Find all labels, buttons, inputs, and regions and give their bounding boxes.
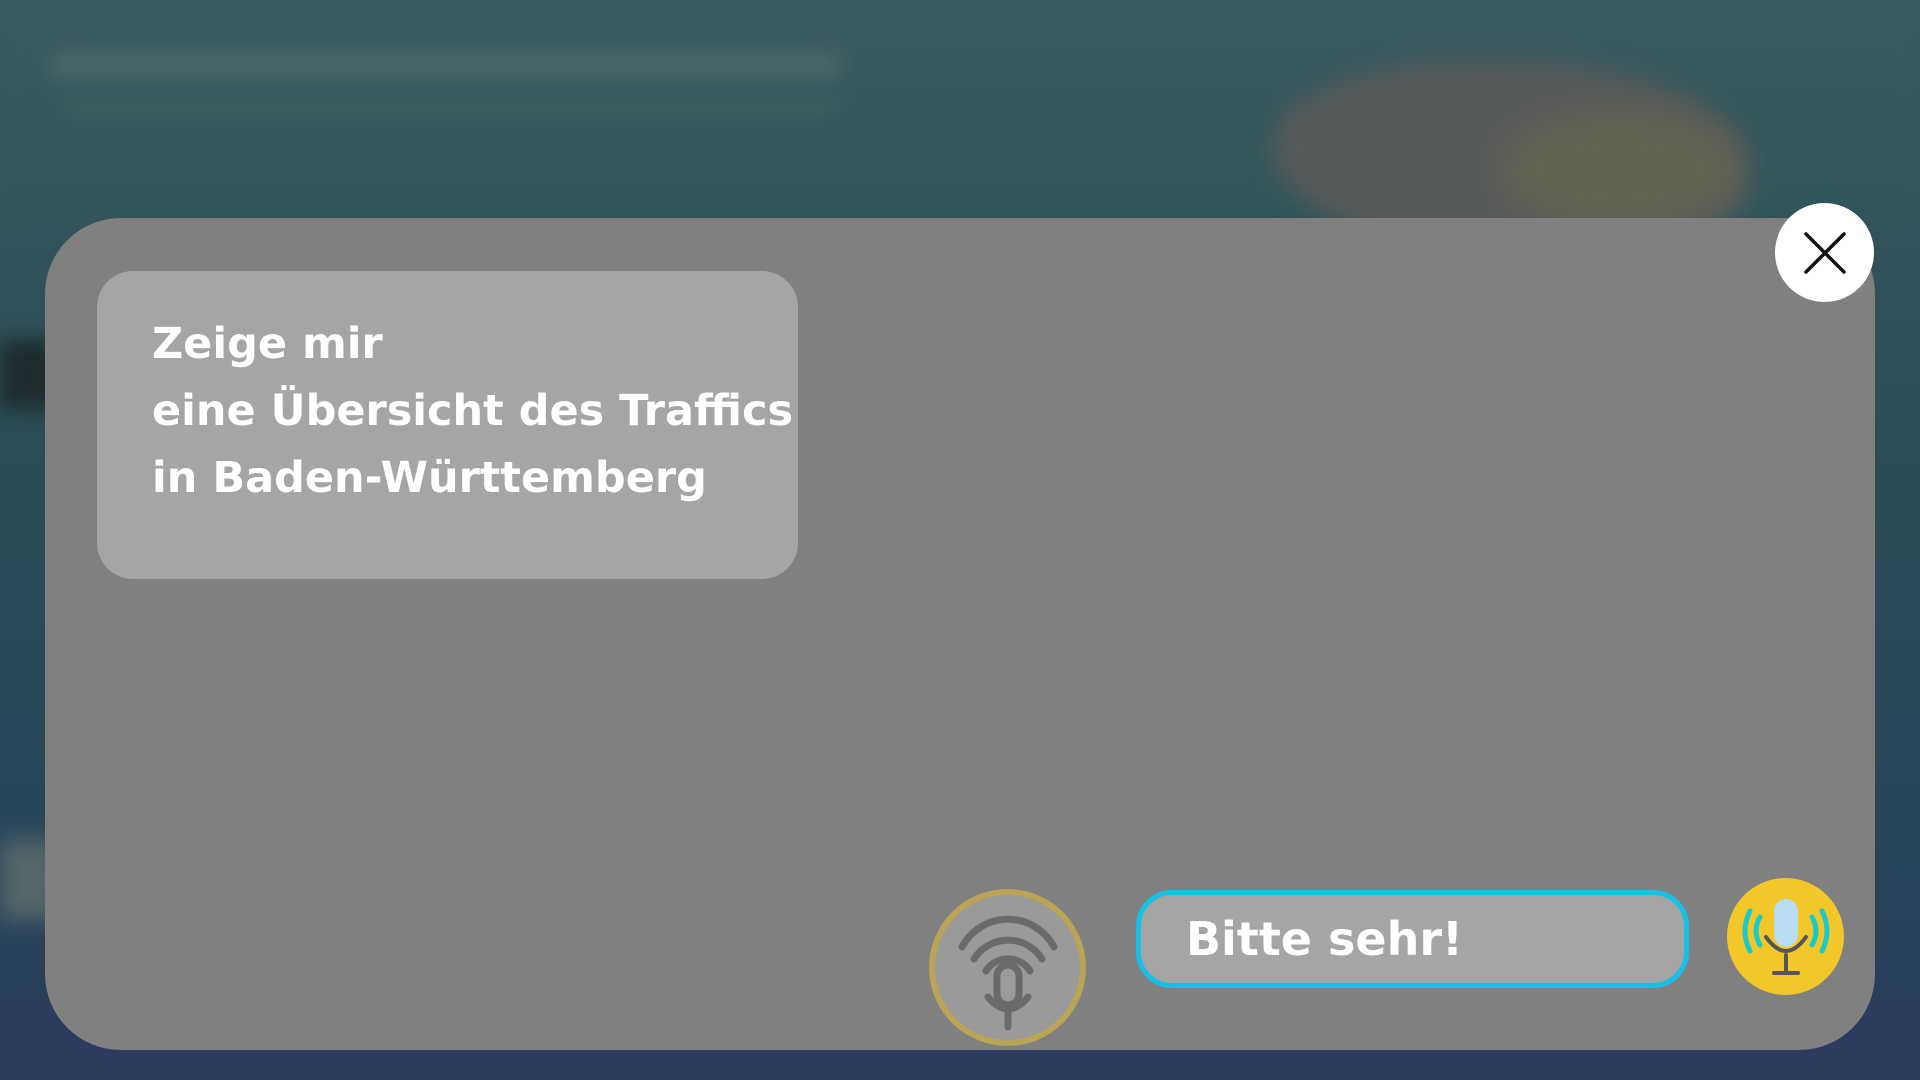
background-title-blur	[50, 52, 840, 78]
assistant-reply-box: Bitte sehr!	[1136, 890, 1689, 988]
user-message-line: eine Übersicht des Traffics	[152, 386, 794, 436]
microphone-waves-icon	[1742, 898, 1829, 975]
fingerprint-mic-icon	[958, 915, 1057, 1030]
close-icon	[1803, 231, 1846, 274]
assistant-reply-text: Bitte sehr!	[1186, 912, 1464, 966]
user-message-bubble: Zeige mir eine Übersicht des Traffics in…	[97, 271, 798, 579]
background-map-region-blur	[1500, 110, 1740, 230]
background-subtitle-blur	[60, 100, 840, 114]
user-message-line: in Baden-Württemberg	[152, 453, 707, 503]
voice-input-button[interactable]	[1727, 878, 1844, 995]
user-message-line: Zeige mir	[152, 319, 383, 369]
close-button[interactable]	[1775, 203, 1874, 302]
fingerprint-mic-button[interactable]	[929, 889, 1086, 1046]
